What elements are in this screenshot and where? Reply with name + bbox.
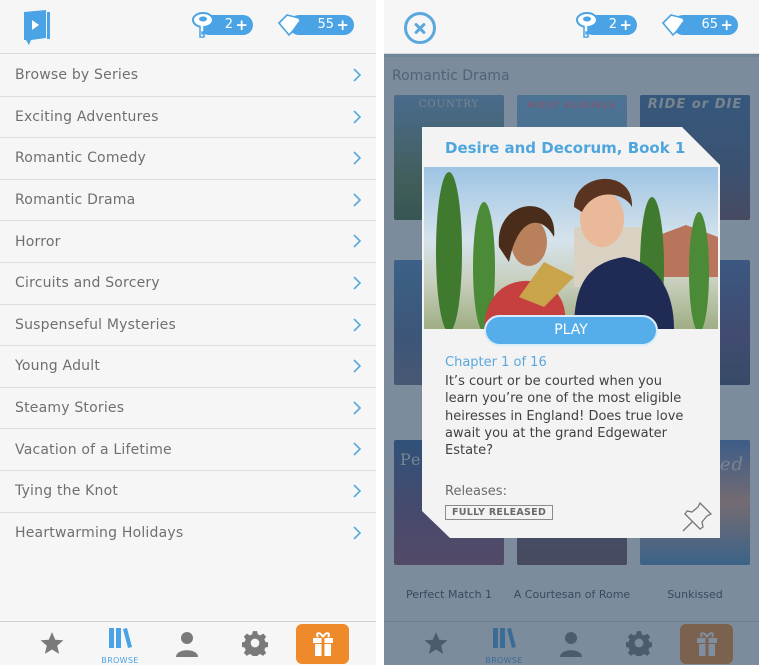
category-romantic-drama[interactable]: Romantic Drama	[0, 180, 376, 222]
tab-favorites[interactable]	[22, 622, 82, 665]
diamond-icon	[661, 14, 686, 37]
chevron-right-icon	[353, 401, 362, 415]
keys-count: 2	[608, 17, 617, 32]
category-vacation-of-a-lifetime[interactable]: Vacation of a Lifetime	[0, 429, 376, 471]
gems-count: 65	[701, 17, 718, 32]
story-description: It’s court or be courted when you learn …	[445, 374, 684, 459]
star-icon	[40, 632, 64, 654]
chevron-right-icon	[353, 276, 362, 290]
chevron-right-icon	[353, 68, 362, 82]
category-horror[interactable]: Horror	[0, 221, 376, 263]
tab-profile[interactable]	[157, 622, 217, 665]
chevron-right-icon	[353, 317, 362, 332]
gems-count: 55	[317, 17, 334, 32]
chevron-right-icon	[353, 193, 362, 207]
top-bar-divider	[384, 54, 759, 57]
keys-counter[interactable]: 2 +	[576, 12, 637, 38]
category-romantic-comedy[interactable]: Romantic Comedy	[0, 138, 376, 180]
chevron-right-icon	[353, 484, 362, 498]
category-label: Horror	[15, 233, 61, 250]
category-label: Romantic Drama	[15, 192, 136, 209]
category-label: Young Adult	[15, 358, 101, 375]
books-icon	[109, 628, 132, 648]
close-icon[interactable]	[404, 12, 436, 44]
category-label: Browse by Series	[15, 67, 139, 84]
gems-counter[interactable]: 65 +	[661, 14, 738, 37]
add-keys-icon[interactable]: +	[619, 15, 632, 35]
category-label: Tying the Knot	[15, 483, 119, 500]
category-label: Vacation of a Lifetime	[15, 441, 172, 458]
chevron-right-icon	[353, 234, 362, 248]
category-browse-by-series[interactable]: Browse by Series	[0, 55, 376, 97]
pushpin-icon[interactable]	[680, 500, 714, 534]
chapter-progress: Chapter 1 of 16	[445, 355, 547, 370]
story-detail-modal: Desire and Decorum, Book 1 PLAY Chapter …	[422, 127, 720, 538]
releases-label: Releases:	[445, 484, 507, 499]
category-steamy-stories[interactable]: Steamy Stories	[0, 388, 376, 430]
key-icon	[576, 12, 598, 38]
category-heartwarming-holidays[interactable]: Heartwarming Holidays	[0, 513, 376, 555]
story-detail-screen: Romantic Drama COUNTRY MOST ELIGIBLE RID…	[384, 0, 759, 665]
diamond-icon	[277, 14, 302, 37]
gift-icon	[312, 632, 333, 656]
category-exciting-adventures[interactable]: Exciting Adventures	[0, 97, 376, 139]
top-bar: 2 + 55 +	[0, 0, 376, 54]
category-tying-the-knot[interactable]: Tying the Knot	[0, 471, 376, 513]
category-label: Steamy Stories	[15, 400, 125, 417]
tab-browse-label: BROWSE	[101, 656, 139, 665]
story-title: Desire and Decorum, Book 1	[445, 139, 686, 157]
bottom-tab-bar: BROWSE	[0, 621, 376, 665]
category-label: Romantic Comedy	[15, 150, 147, 167]
chevron-right-icon	[353, 359, 362, 373]
keys-count: 2	[224, 17, 233, 32]
category-label: Circuits and Sorcery	[15, 275, 160, 292]
category-list: Browse by Series Exciting Adventures Rom…	[0, 55, 376, 554]
category-young-adult[interactable]: Young Adult	[0, 346, 376, 388]
gear-icon	[242, 631, 268, 656]
category-suspenseful-mysteries[interactable]: Suspenseful Mysteries	[0, 305, 376, 347]
person-icon	[176, 632, 198, 657]
category-label: Suspenseful Mysteries	[15, 316, 176, 333]
category-circuits-and-sorcery[interactable]: Circuits and Sorcery	[0, 263, 376, 305]
chevron-right-icon	[353, 151, 362, 165]
chevron-right-icon	[353, 110, 362, 124]
tab-settings[interactable]	[225, 622, 285, 665]
cover-illustration	[436, 172, 718, 329]
book-play-icon[interactable]	[21, 10, 51, 46]
chevron-right-icon	[353, 442, 362, 456]
key-icon	[192, 12, 214, 38]
tab-browse[interactable]: BROWSE	[90, 622, 150, 665]
play-button[interactable]: PLAY	[484, 315, 658, 346]
tab-gifts[interactable]	[296, 624, 349, 664]
top-bar: 2 + 65 +	[384, 0, 759, 54]
release-status-badge: FULLY RELEASED	[445, 505, 554, 520]
browse-screen: 2 + 55 + Browse by Series Exciting Adven…	[0, 0, 376, 665]
add-gems-icon[interactable]: +	[336, 15, 349, 35]
category-label: Exciting Adventures	[15, 108, 159, 125]
chevron-right-icon	[353, 525, 362, 540]
gems-counter[interactable]: 55 +	[277, 14, 354, 37]
story-cover-art	[424, 167, 718, 329]
add-keys-icon[interactable]: +	[235, 15, 248, 35]
add-gems-icon[interactable]: +	[720, 15, 733, 35]
category-label: Heartwarming Holidays	[15, 525, 184, 542]
keys-counter[interactable]: 2 +	[192, 12, 253, 38]
